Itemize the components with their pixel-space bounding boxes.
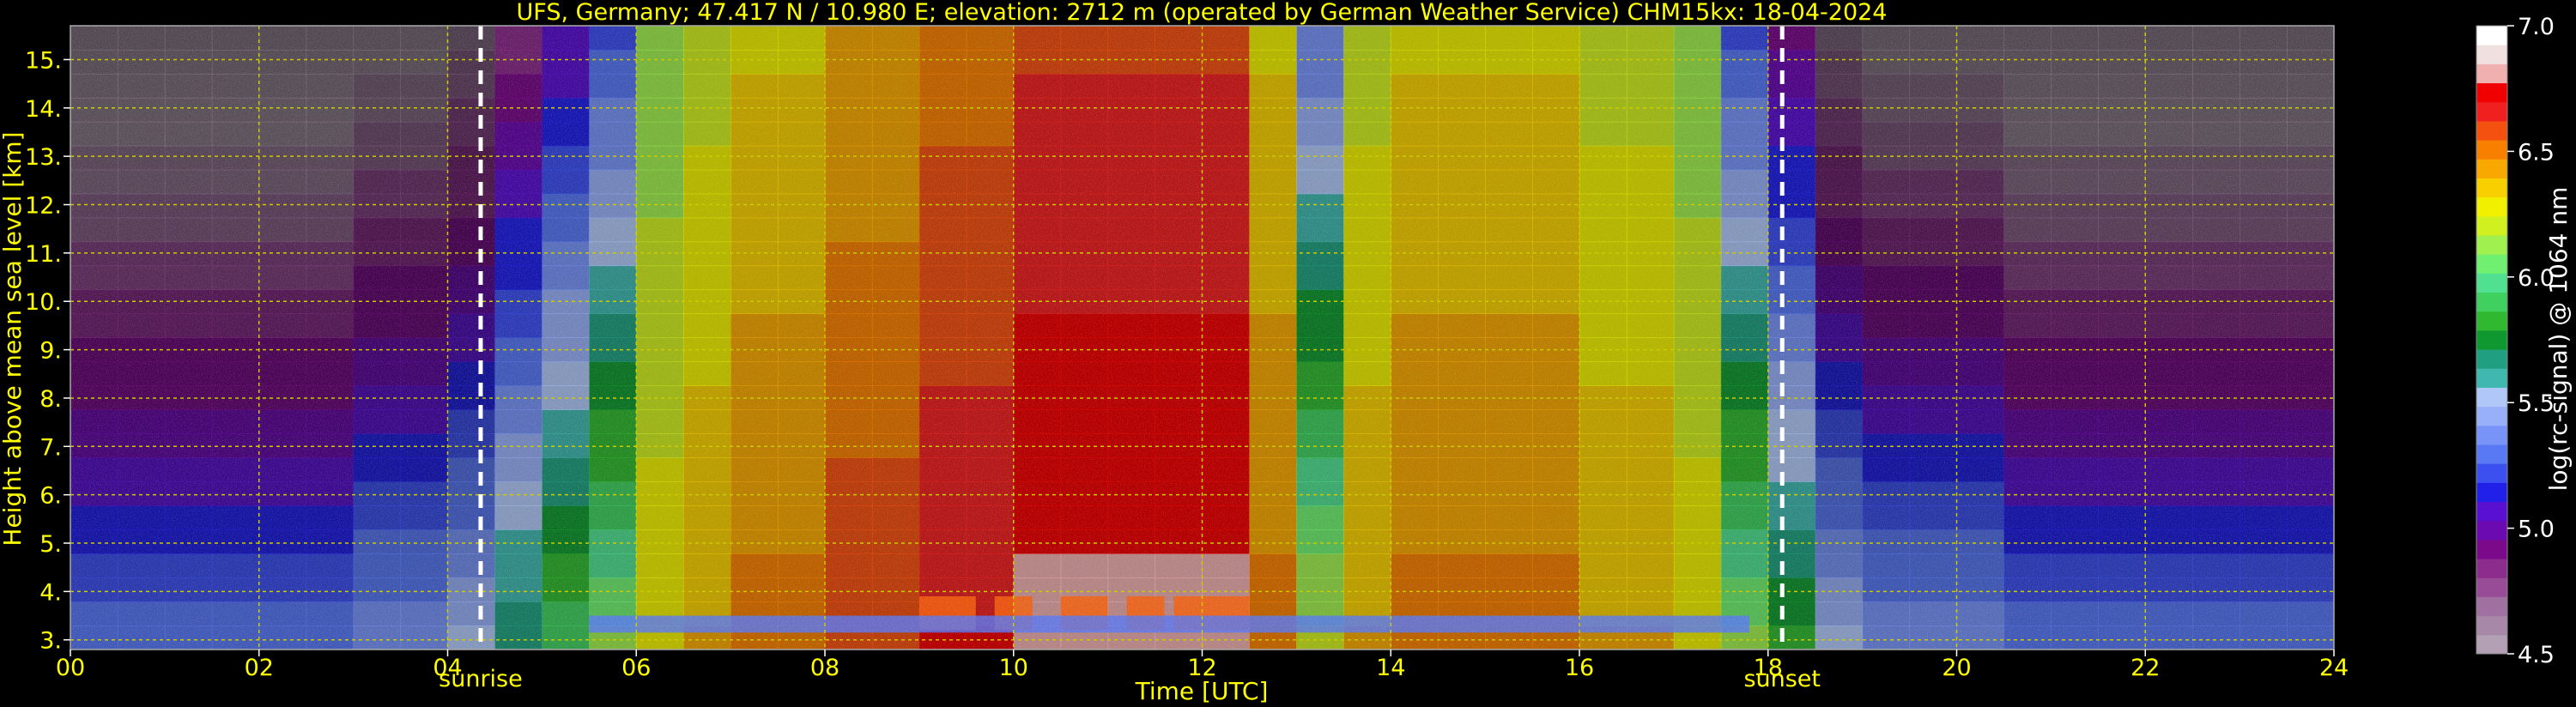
colorbar-tick-label: 4.5 [2518, 642, 2555, 668]
x-tick-label: 20 [1942, 655, 1971, 681]
colorbar-segment [2476, 349, 2507, 369]
colorbar-segment [2476, 196, 2507, 217]
y-tick-label: 8. [39, 386, 62, 413]
y-tick-label: 14. [25, 96, 62, 123]
colorbar-segment [2476, 634, 2507, 655]
y-tick-label: 9. [39, 338, 62, 365]
colorbar-segment [2476, 273, 2507, 293]
colorbar-tick-label: 7.0 [2518, 14, 2555, 40]
colorbar-segment [2476, 292, 2507, 312]
colorbar-segment [2476, 140, 2507, 160]
colorbar-segment [2476, 63, 2507, 84]
x-axis-label: Time [UTC] [1135, 677, 1269, 705]
colorbar-segment [2476, 444, 2507, 464]
colorbar-segment [2476, 329, 2507, 350]
colorbar-segment [2476, 235, 2507, 255]
colorbar-segment [2476, 26, 2507, 45]
colorbar-segment [2476, 82, 2507, 103]
colorbar-segment [2476, 387, 2507, 408]
x-tick-label: 02 [245, 655, 274, 681]
colorbar-segment [2476, 45, 2507, 64]
colorbar-segment [2476, 463, 2507, 483]
colorbar-segment [2476, 215, 2507, 236]
x-tick-label: 06 [621, 655, 651, 681]
chart-title: UFS, Germany; 47.417 N / 10.980 E; eleva… [517, 0, 1888, 26]
y-tick-label: 5. [39, 531, 62, 558]
colorbar-segment [2476, 482, 2507, 503]
colorbar-segment [2476, 615, 2507, 636]
x-tick-label: 00 [56, 655, 85, 681]
x-tick-label: 08 [810, 655, 839, 681]
colorbar-segment [2476, 101, 2507, 122]
colorbar-segment [2476, 159, 2507, 178]
x-tick-label: 18 [1754, 655, 1783, 681]
colorbar-segment [2476, 539, 2507, 559]
y-tick-label: 3. [39, 628, 62, 655]
x-tick-label: 24 [2319, 655, 2349, 681]
y-axis-ticks: 3. 4. 5. 6. 7. 8. 9. 10. 11. 12. 13. 14. 15. [25, 47, 70, 655]
y-tick-label: 15. [25, 47, 62, 74]
colorbar-tick-label: 5.0 [2518, 517, 2555, 543]
colorbar-segment [2476, 178, 2507, 198]
x-tick-label: 22 [2131, 655, 2160, 681]
colorbar: 4.55.05.56.06.57.0 [2476, 14, 2555, 668]
colorbar-segment [2476, 120, 2507, 141]
colorbar-segment [2476, 425, 2507, 445]
y-axis-label: Height above mean sea level [km] [0, 131, 27, 546]
y-tick-label: 12. [25, 193, 62, 220]
colorbar-segment [2476, 406, 2507, 426]
y-tick-label: 13. [25, 144, 62, 171]
y-tick-label: 11. [25, 241, 62, 268]
y-tick-label: 4. [39, 579, 62, 606]
y-tick-label: 7. [39, 434, 62, 461]
y-tick-label: 10. [25, 289, 62, 316]
colorbar-tick-label: 6.5 [2518, 139, 2555, 166]
colorbar-label: log(rc-signal) @ 1064 nm [2544, 187, 2573, 492]
colorbar-segment [2476, 368, 2507, 388]
x-tick-label: 04 [433, 655, 462, 681]
ceilometer-chart: sunrise sunset 00 02 04 06 08 10 12 14 16 18 20 22 24… [0, 0, 2573, 705]
colorbar-segment [2476, 254, 2507, 274]
colorbar-segment [2476, 311, 2507, 331]
colorbar-segment [2476, 559, 2507, 578]
colorbar-segment [2476, 520, 2507, 541]
colorbar-segment [2476, 501, 2507, 522]
colorbar-segment [2476, 596, 2507, 617]
colorbar-segment [2476, 577, 2507, 597]
x-tick-label: 16 [1565, 655, 1594, 681]
y-tick-label: 6. [39, 483, 62, 510]
x-tick-label: 14 [1376, 655, 1405, 681]
x-tick-label: 10 [999, 655, 1028, 681]
